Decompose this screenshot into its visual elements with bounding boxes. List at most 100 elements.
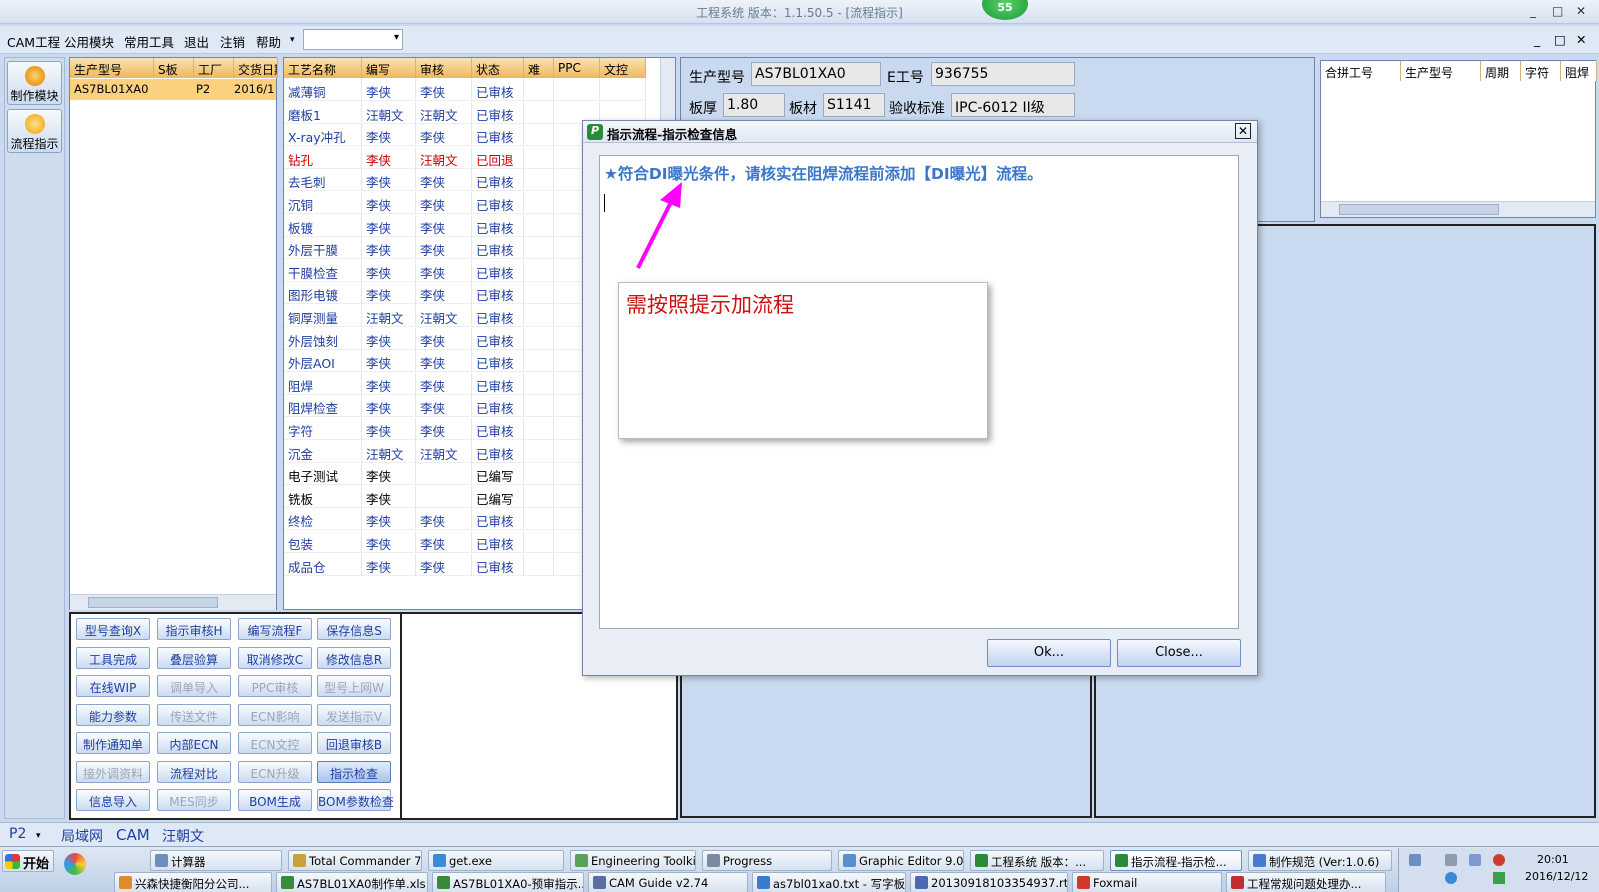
cell-name[interactable]: 阻焊 — [284, 372, 362, 395]
cell-reviewer[interactable]: 李侠 — [416, 192, 472, 214]
function-button[interactable]: 取消修改C — [238, 646, 312, 669]
taskbar-window-button[interactable]: CAM Guide v2.74 — [588, 872, 748, 892]
tray-icon[interactable] — [1469, 854, 1481, 866]
column-header[interactable]: 工厂 — [194, 58, 234, 78]
scrollbar-thumb[interactable] — [88, 597, 218, 608]
cell-name[interactable]: 图形电镀 — [284, 282, 362, 305]
cell-empty[interactable] — [524, 463, 554, 486]
cell-reviewer[interactable]: 李侠 — [416, 282, 472, 305]
taskbar-window-button[interactable]: 兴森快捷衡阳分公司... — [114, 872, 272, 892]
cell-status[interactable]: 已审核 — [472, 418, 524, 440]
table-row[interactable]: AS7BL01XA0 P2 2016/1 — [70, 79, 276, 100]
cell-name[interactable]: 字符 — [284, 418, 362, 440]
column-header[interactable]: 工艺名称 — [284, 58, 362, 78]
column-header[interactable]: 周期 — [1481, 61, 1521, 81]
cell-status[interactable]: 已审核 — [472, 124, 524, 147]
cell-empty[interactable] — [524, 327, 554, 350]
cell-status[interactable]: 已审核 — [472, 79, 524, 101]
cell-reviewer[interactable]: 李侠 — [416, 395, 472, 418]
mdi-minimize-button[interactable]: _ — [1534, 32, 1540, 47]
taskbar-window-button[interactable]: 制作规范 (Ver:1.0.6) — [1248, 850, 1392, 871]
cell-reviewer[interactable]: 李侠 — [416, 350, 472, 373]
tray-icon[interactable] — [1409, 854, 1421, 866]
taskbar-window-button[interactable]: as7bl01xa0.txt - 写字板 — [752, 872, 906, 892]
cell-empty[interactable] — [524, 440, 554, 463]
mdi-restore-button[interactable]: □ — [1554, 32, 1566, 47]
cell-empty[interactable] — [524, 237, 554, 260]
eno-field[interactable]: 936755 — [931, 62, 1075, 86]
taskbar-window-button[interactable]: Progress — [702, 850, 832, 871]
tray-icon[interactable] — [1445, 872, 1457, 884]
menu-help[interactable]: 帮助 — [256, 32, 281, 51]
cell-writer[interactable]: 李侠 — [362, 146, 416, 169]
cell-status[interactable]: 已审核 — [472, 531, 524, 553]
column-header[interactable]: S板 — [154, 58, 194, 78]
close-button[interactable]: ✕ — [1576, 4, 1586, 18]
ok-button[interactable]: Ok... — [987, 639, 1111, 667]
cell-empty[interactable] — [524, 485, 554, 508]
cell-name[interactable]: 沉金 — [284, 440, 362, 463]
cell-reviewer[interactable]: 李侠 — [416, 169, 472, 192]
function-button[interactable]: 编写流程F — [238, 618, 312, 640]
cell-status[interactable]: 已审核 — [472, 350, 524, 373]
cell-writer[interactable]: 李侠 — [362, 350, 416, 373]
column-header[interactable]: 状态 — [472, 58, 524, 78]
taskbar-window-button[interactable]: 指示流程-指示检... — [1110, 850, 1242, 871]
cell-name[interactable]: 磨板1 — [284, 101, 362, 124]
column-header[interactable]: 合拼工号 — [1321, 61, 1401, 81]
cell-reviewer[interactable]: 李侠 — [416, 508, 472, 531]
cell-reviewer[interactable]: 李侠 — [416, 237, 472, 260]
cell-reviewer[interactable]: 李侠 — [416, 79, 472, 101]
cell-reviewer[interactable] — [416, 485, 472, 508]
menu-tools[interactable]: 常用工具 — [124, 32, 174, 51]
cell-writer[interactable]: 李侠 — [362, 485, 416, 508]
cell-reviewer[interactable] — [416, 463, 472, 486]
cell-empty[interactable] — [524, 169, 554, 192]
cell-reviewer[interactable]: 李侠 — [416, 214, 472, 237]
cell-name[interactable]: X-ray冲孔 — [284, 124, 362, 147]
cell-status[interactable]: 已编写 — [472, 463, 524, 486]
cell-empty[interactable] — [524, 305, 554, 327]
menu-cam[interactable]: CAM工程 — [7, 32, 60, 51]
cell-name[interactable]: 减薄铜 — [284, 79, 362, 101]
dialog-title-bar[interactable]: P 指示流程-指示检查信息 ✕ — [583, 121, 1257, 143]
cell-writer[interactable]: 李侠 — [362, 282, 416, 305]
quicklaunch-icon[interactable] — [64, 853, 86, 875]
function-button[interactable]: 修改信息R — [317, 646, 391, 669]
standard-field[interactable]: IPC-6012 II级 — [951, 93, 1075, 117]
start-button[interactable]: 开始 — [2, 850, 54, 872]
function-button[interactable]: 能力参数 — [76, 703, 150, 726]
scrollbar-thumb[interactable] — [1339, 204, 1499, 215]
function-button[interactable]: 流程对比 — [157, 760, 231, 783]
cell-writer[interactable]: 李侠 — [362, 463, 416, 486]
cell-empty[interactable] — [524, 214, 554, 237]
taskbar-window-button[interactable]: Engineering Toolkit ... — [570, 850, 696, 871]
function-button[interactable]: 在线WIP — [76, 675, 150, 697]
cell-empty[interactable] — [524, 124, 554, 147]
function-button[interactable]: 内部ECN — [157, 732, 231, 754]
cell-reviewer[interactable]: 汪朝文 — [416, 440, 472, 463]
cell-writer[interactable]: 李侠 — [362, 418, 416, 440]
cell-reviewer[interactable]: 李侠 — [416, 418, 472, 440]
cell-status[interactable]: 已审核 — [472, 169, 524, 192]
function-button[interactable]: 叠层验算 — [157, 646, 231, 669]
taskbar-window-button[interactable]: Total Commander 7... — [288, 850, 422, 871]
cell-status[interactable]: 已审核 — [472, 508, 524, 531]
cell-empty[interactable] — [524, 508, 554, 531]
function-button[interactable]: BOM参数检查 — [317, 789, 394, 811]
cell-status[interactable]: 已审核 — [472, 214, 524, 237]
cell-writer[interactable]: 李侠 — [362, 79, 416, 101]
cell-empty[interactable] — [524, 553, 554, 576]
cell-empty[interactable] — [600, 79, 646, 101]
taskbar-window-button[interactable]: Foxmail — [1072, 872, 1222, 892]
taskbar-window-button[interactable]: 201309181033549​37.rt... — [910, 872, 1068, 892]
chevron-down-icon[interactable]: ▾ — [36, 831, 41, 841]
cell-status[interactable]: 已审核 — [472, 305, 524, 327]
sidebar-item-production[interactable]: 制作模块 — [7, 61, 62, 105]
cell-name[interactable]: 外层蚀刻 — [284, 327, 362, 350]
cell-writer[interactable]: 李侠 — [362, 214, 416, 237]
cell-writer[interactable]: 李侠 — [362, 327, 416, 350]
close-dialog-button[interactable]: Close... — [1117, 639, 1241, 667]
column-header[interactable]: 生产型号 — [1401, 61, 1481, 81]
cell-empty[interactable] — [524, 79, 554, 101]
